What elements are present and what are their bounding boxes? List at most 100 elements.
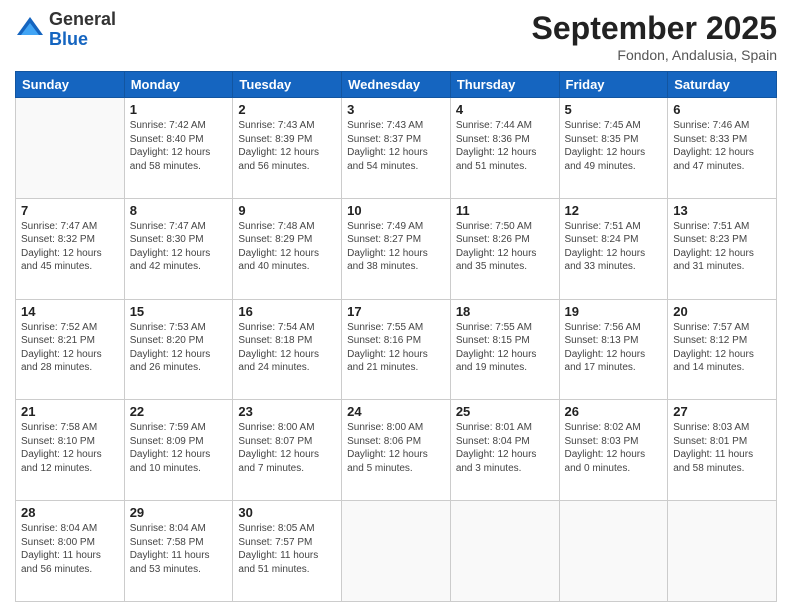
- calendar-cell: 8 Sunrise: 7:47 AM Sunset: 8:30 PM Daylig…: [124, 198, 233, 299]
- day-info: Sunrise: 7:45 AM Sunset: 8:35 PM Dayligh…: [565, 119, 663, 173]
- calendar-cell: 30 Sunrise: 8:05 AM Sunset: 7:57 PM Dayli…: [233, 501, 342, 602]
- weekday-header-friday: Friday: [559, 72, 668, 98]
- day-number: 28: [21, 505, 119, 520]
- day-info: Sunrise: 7:53 AM Sunset: 8:20 PM Dayligh…: [130, 321, 228, 375]
- day-info: Sunrise: 7:52 AM Sunset: 8:21 PM Dayligh…: [21, 321, 119, 375]
- calendar-cell: 6Sunrise: 7:46 AM Sunset: 8:33 PM Daylig…: [668, 98, 777, 199]
- calendar-cell: [668, 501, 777, 602]
- weekday-header-thursday: Thursday: [450, 72, 559, 98]
- day-number: 22: [130, 404, 228, 419]
- day-number: 7: [21, 203, 119, 218]
- calendar-cell: 5 Sunrise: 7:45 AM Sunset: 8:35 PM Daylig…: [559, 98, 668, 199]
- calendar-cell: [450, 501, 559, 602]
- day-number: 20: [673, 304, 771, 319]
- day-info: Sunrise: 7:47 AM Sunset: 8:32 PM Dayligh…: [21, 220, 119, 274]
- day-info: Sunrise: 7:44 AM Sunset: 8:36 PM Dayligh…: [456, 119, 554, 173]
- day-info: Sunrise: 7:54 AM Sunset: 8:18 PM Dayligh…: [238, 321, 336, 375]
- calendar-cell: 17 Sunrise: 7:55 AM Sunset: 8:16 PM Dayli…: [342, 299, 451, 400]
- day-number: 18: [456, 304, 554, 319]
- day-number: 26: [565, 404, 663, 419]
- calendar-cell: 9 Sunrise: 7:48 AM Sunset: 8:29 PM Daylig…: [233, 198, 342, 299]
- day-info: Sunrise: 8:05 AM Sunset: 7:57 PM Dayligh…: [238, 522, 336, 576]
- day-number: 11: [456, 203, 554, 218]
- day-number: 4: [456, 102, 554, 117]
- day-info: Sunrise: 8:00 AM Sunset: 8:06 PM Dayligh…: [347, 421, 445, 475]
- day-number: 19: [565, 304, 663, 319]
- day-number: 25: [456, 404, 554, 419]
- logo: General Blue: [15, 10, 116, 50]
- day-info: Sunrise: 8:00 AM Sunset: 8:07 PM Dayligh…: [238, 421, 336, 475]
- calendar: SundayMondayTuesdayWednesdayThursdayFrid…: [15, 71, 777, 602]
- day-info: Sunrise: 7:43 AM Sunset: 8:39 PM Dayligh…: [238, 119, 336, 173]
- day-number: 27: [673, 404, 771, 419]
- day-info: Sunrise: 8:04 AM Sunset: 8:00 PM Dayligh…: [21, 522, 119, 576]
- calendar-cell: 20 Sunrise: 7:57 AM Sunset: 8:12 PM Dayli…: [668, 299, 777, 400]
- weekday-header-monday: Monday: [124, 72, 233, 98]
- weekday-header-saturday: Saturday: [668, 72, 777, 98]
- day-info: Sunrise: 7:56 AM Sunset: 8:13 PM Dayligh…: [565, 321, 663, 375]
- month-title: September 2025: [532, 10, 777, 47]
- day-info: Sunrise: 8:02 AM Sunset: 8:03 PM Dayligh…: [565, 421, 663, 475]
- day-info: Sunrise: 7:42 AM Sunset: 8:40 PM Dayligh…: [130, 119, 228, 173]
- calendar-cell: 13 Sunrise: 7:51 AM Sunset: 8:23 PM Dayli…: [668, 198, 777, 299]
- day-info: Sunrise: 7:43 AM Sunset: 8:37 PM Dayligh…: [347, 119, 445, 173]
- day-number: 14: [21, 304, 119, 319]
- day-info: Sunrise: 7:51 AM Sunset: 8:23 PM Dayligh…: [673, 220, 771, 274]
- calendar-cell: 27 Sunrise: 8:03 AM Sunset: 8:01 PM Dayli…: [668, 400, 777, 501]
- day-number: 3: [347, 102, 445, 117]
- day-info: Sunrise: 7:46 AM Sunset: 8:33 PM Dayligh…: [673, 119, 771, 173]
- title-block: September 2025 Fondon, Andalusia, Spain: [532, 10, 777, 63]
- day-info: Sunrise: 7:47 AM Sunset: 8:30 PM Dayligh…: [130, 220, 228, 274]
- logo-text: General Blue: [49, 10, 116, 50]
- day-number: 10: [347, 203, 445, 218]
- day-info: Sunrise: 8:01 AM Sunset: 8:04 PM Dayligh…: [456, 421, 554, 475]
- calendar-cell: [16, 98, 125, 199]
- day-info: Sunrise: 7:57 AM Sunset: 8:12 PM Dayligh…: [673, 321, 771, 375]
- day-number: 17: [347, 304, 445, 319]
- day-info: Sunrise: 7:50 AM Sunset: 8:26 PM Dayligh…: [456, 220, 554, 274]
- day-number: 29: [130, 505, 228, 520]
- day-number: 9: [238, 203, 336, 218]
- day-number: 2: [238, 102, 336, 117]
- calendar-cell: 22 Sunrise: 7:59 AM Sunset: 8:09 PM Dayli…: [124, 400, 233, 501]
- calendar-cell: 24 Sunrise: 8:00 AM Sunset: 8:06 PM Dayli…: [342, 400, 451, 501]
- calendar-cell: 15 Sunrise: 7:53 AM Sunset: 8:20 PM Dayli…: [124, 299, 233, 400]
- day-number: 5: [565, 102, 663, 117]
- calendar-cell: [559, 501, 668, 602]
- calendar-cell: 23 Sunrise: 8:00 AM Sunset: 8:07 PM Dayli…: [233, 400, 342, 501]
- calendar-cell: 28 Sunrise: 8:04 AM Sunset: 8:00 PM Dayli…: [16, 501, 125, 602]
- calendar-cell: 21Sunrise: 7:58 AM Sunset: 8:10 PM Dayli…: [16, 400, 125, 501]
- day-info: Sunrise: 7:51 AM Sunset: 8:24 PM Dayligh…: [565, 220, 663, 274]
- calendar-cell: 7 Sunrise: 7:47 AM Sunset: 8:32 PM Daylig…: [16, 198, 125, 299]
- day-number: 1: [130, 102, 228, 117]
- calendar-cell: 14 Sunrise: 7:52 AM Sunset: 8:21 PM Dayli…: [16, 299, 125, 400]
- day-info: Sunrise: 7:55 AM Sunset: 8:15 PM Dayligh…: [456, 321, 554, 375]
- calendar-cell: 3 Sunrise: 7:43 AM Sunset: 8:37 PM Daylig…: [342, 98, 451, 199]
- calendar-cell: 12 Sunrise: 7:51 AM Sunset: 8:24 PM Dayli…: [559, 198, 668, 299]
- weekday-header-sunday: Sunday: [16, 72, 125, 98]
- day-info: Sunrise: 8:04 AM Sunset: 7:58 PM Dayligh…: [130, 522, 228, 576]
- calendar-cell: 25 Sunrise: 8:01 AM Sunset: 8:04 PM Dayli…: [450, 400, 559, 501]
- calendar-cell: 11 Sunrise: 7:50 AM Sunset: 8:26 PM Dayli…: [450, 198, 559, 299]
- day-number: 16: [238, 304, 336, 319]
- day-number: 12: [565, 203, 663, 218]
- calendar-cell: [342, 501, 451, 602]
- calendar-cell: 1 Sunrise: 7:42 AM Sunset: 8:40 PM Daylig…: [124, 98, 233, 199]
- day-number: 8: [130, 203, 228, 218]
- day-number: 15: [130, 304, 228, 319]
- day-number: 23: [238, 404, 336, 419]
- logo-icon: [15, 15, 45, 45]
- day-number: 24: [347, 404, 445, 419]
- day-number: 13: [673, 203, 771, 218]
- day-info: Sunrise: 7:55 AM Sunset: 8:16 PM Dayligh…: [347, 321, 445, 375]
- day-info: Sunrise: 7:59 AM Sunset: 8:09 PM Dayligh…: [130, 421, 228, 475]
- calendar-cell: 4 Sunrise: 7:44 AM Sunset: 8:36 PM Daylig…: [450, 98, 559, 199]
- day-number: 30: [238, 505, 336, 520]
- day-info: Sunrise: 7:49 AM Sunset: 8:27 PM Dayligh…: [347, 220, 445, 274]
- calendar-cell: 19 Sunrise: 7:56 AM Sunset: 8:13 PM Dayli…: [559, 299, 668, 400]
- day-info: Sunrise: 7:58 AM Sunset: 8:10 PM Dayligh…: [21, 421, 119, 475]
- location: Fondon, Andalusia, Spain: [532, 47, 777, 63]
- day-info: Sunrise: 8:03 AM Sunset: 8:01 PM Dayligh…: [673, 421, 771, 475]
- weekday-header-wednesday: Wednesday: [342, 72, 451, 98]
- day-info: Sunrise: 7:48 AM Sunset: 8:29 PM Dayligh…: [238, 220, 336, 274]
